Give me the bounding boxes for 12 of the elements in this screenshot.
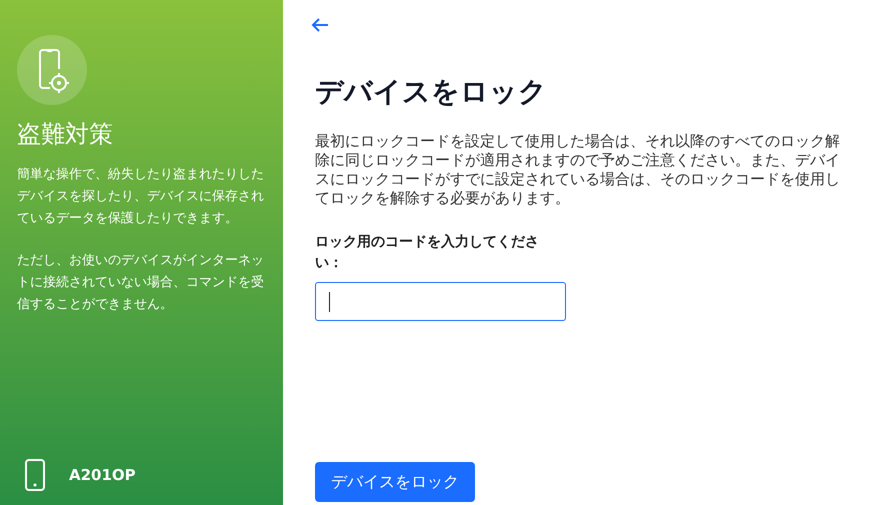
phone-icon <box>25 459 45 491</box>
description-text: ただし、お使いのデバイスがインターネットに接続されていない場合、コマンドを受信することができません。 <box>17 252 265 314</box>
lock-device-button[interactable]: デバイスをロック <box>315 462 475 502</box>
back-button[interactable] <box>309 16 331 34</box>
page-title: デバイスをロック <box>315 74 547 110</box>
field-label: ロック用のコードを入力してください： <box>315 233 540 273</box>
description-text: 簡単な操作で、紛失したり盗まれたりしたデバイスを探したり、デバイスに保存されているデータを保護したりできます。 <box>17 166 265 228</box>
phone-location-icon <box>17 35 87 105</box>
sidebar-title: 盗難対策 <box>17 119 114 150</box>
description-text: 最初にロックコードを設定して使用した場合は、それ以降のすべてのロック解除に同じロックコードが適用されますので予めご注意ください。また、デバイスにロックコードがすでに設定されている場合は、そのロックコードを使用してロックを解除する必要があります。 <box>315 132 840 208</box>
device-name: A201OP <box>69 466 136 484</box>
code-input-field[interactable] <box>315 282 566 321</box>
